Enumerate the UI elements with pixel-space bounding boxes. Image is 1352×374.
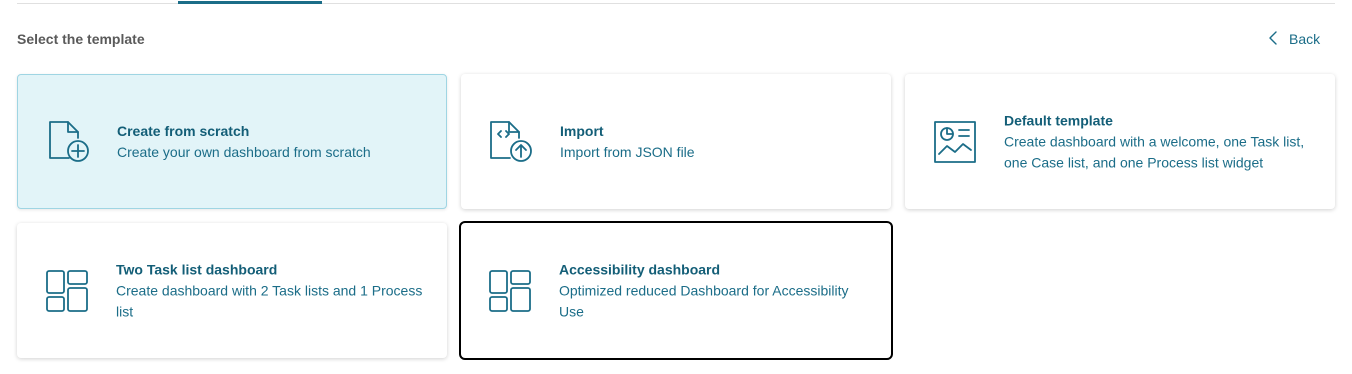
- section-title: Select the template: [17, 31, 145, 47]
- card-title: Create from scratch: [117, 122, 250, 139]
- card-description: Create your own dashboard from scratch: [117, 143, 371, 160]
- layout-grid-icon: [488, 269, 532, 313]
- card-description: Create dashboard with 2 Task lists and 1…: [116, 282, 423, 319]
- dashboard-chart-icon: [933, 120, 977, 164]
- template-card-import[interactable]: Import Import from JSON file: [461, 74, 891, 209]
- template-card-accessibility-dashboard[interactable]: Accessibility dashboard Optimized reduce…: [459, 221, 893, 360]
- card-title: Default template: [1004, 112, 1113, 128]
- chevron-left-icon: [1268, 30, 1278, 48]
- file-upload-icon: [489, 120, 533, 164]
- active-tab-indicator: [178, 1, 322, 4]
- card-description: Optimized reduced Dashboard for Accessib…: [559, 282, 849, 319]
- file-add-icon: [46, 120, 90, 164]
- card-title: Accessibility dashboard: [559, 261, 721, 277]
- card-title: Two Task list dashboard: [116, 261, 278, 277]
- template-card-two-task-list-dashboard[interactable]: Two Task list dashboard Create dashboard…: [17, 223, 447, 358]
- card-title: Import: [560, 122, 604, 139]
- template-selection-page: Select the template Back Create from scr…: [0, 0, 1352, 374]
- template-card-create-from-scratch[interactable]: Create from scratch Create your own dash…: [17, 74, 447, 209]
- card-description: Import from JSON file: [560, 143, 695, 160]
- template-card-default-template[interactable]: Default template Create dashboard with a…: [905, 74, 1335, 209]
- back-button-label: Back: [1289, 31, 1321, 47]
- card-description: Create dashboard with a welcome, one Tas…: [1004, 133, 1305, 170]
- layout-grid-icon: [45, 269, 89, 313]
- back-button[interactable]: Back: [1262, 27, 1326, 51]
